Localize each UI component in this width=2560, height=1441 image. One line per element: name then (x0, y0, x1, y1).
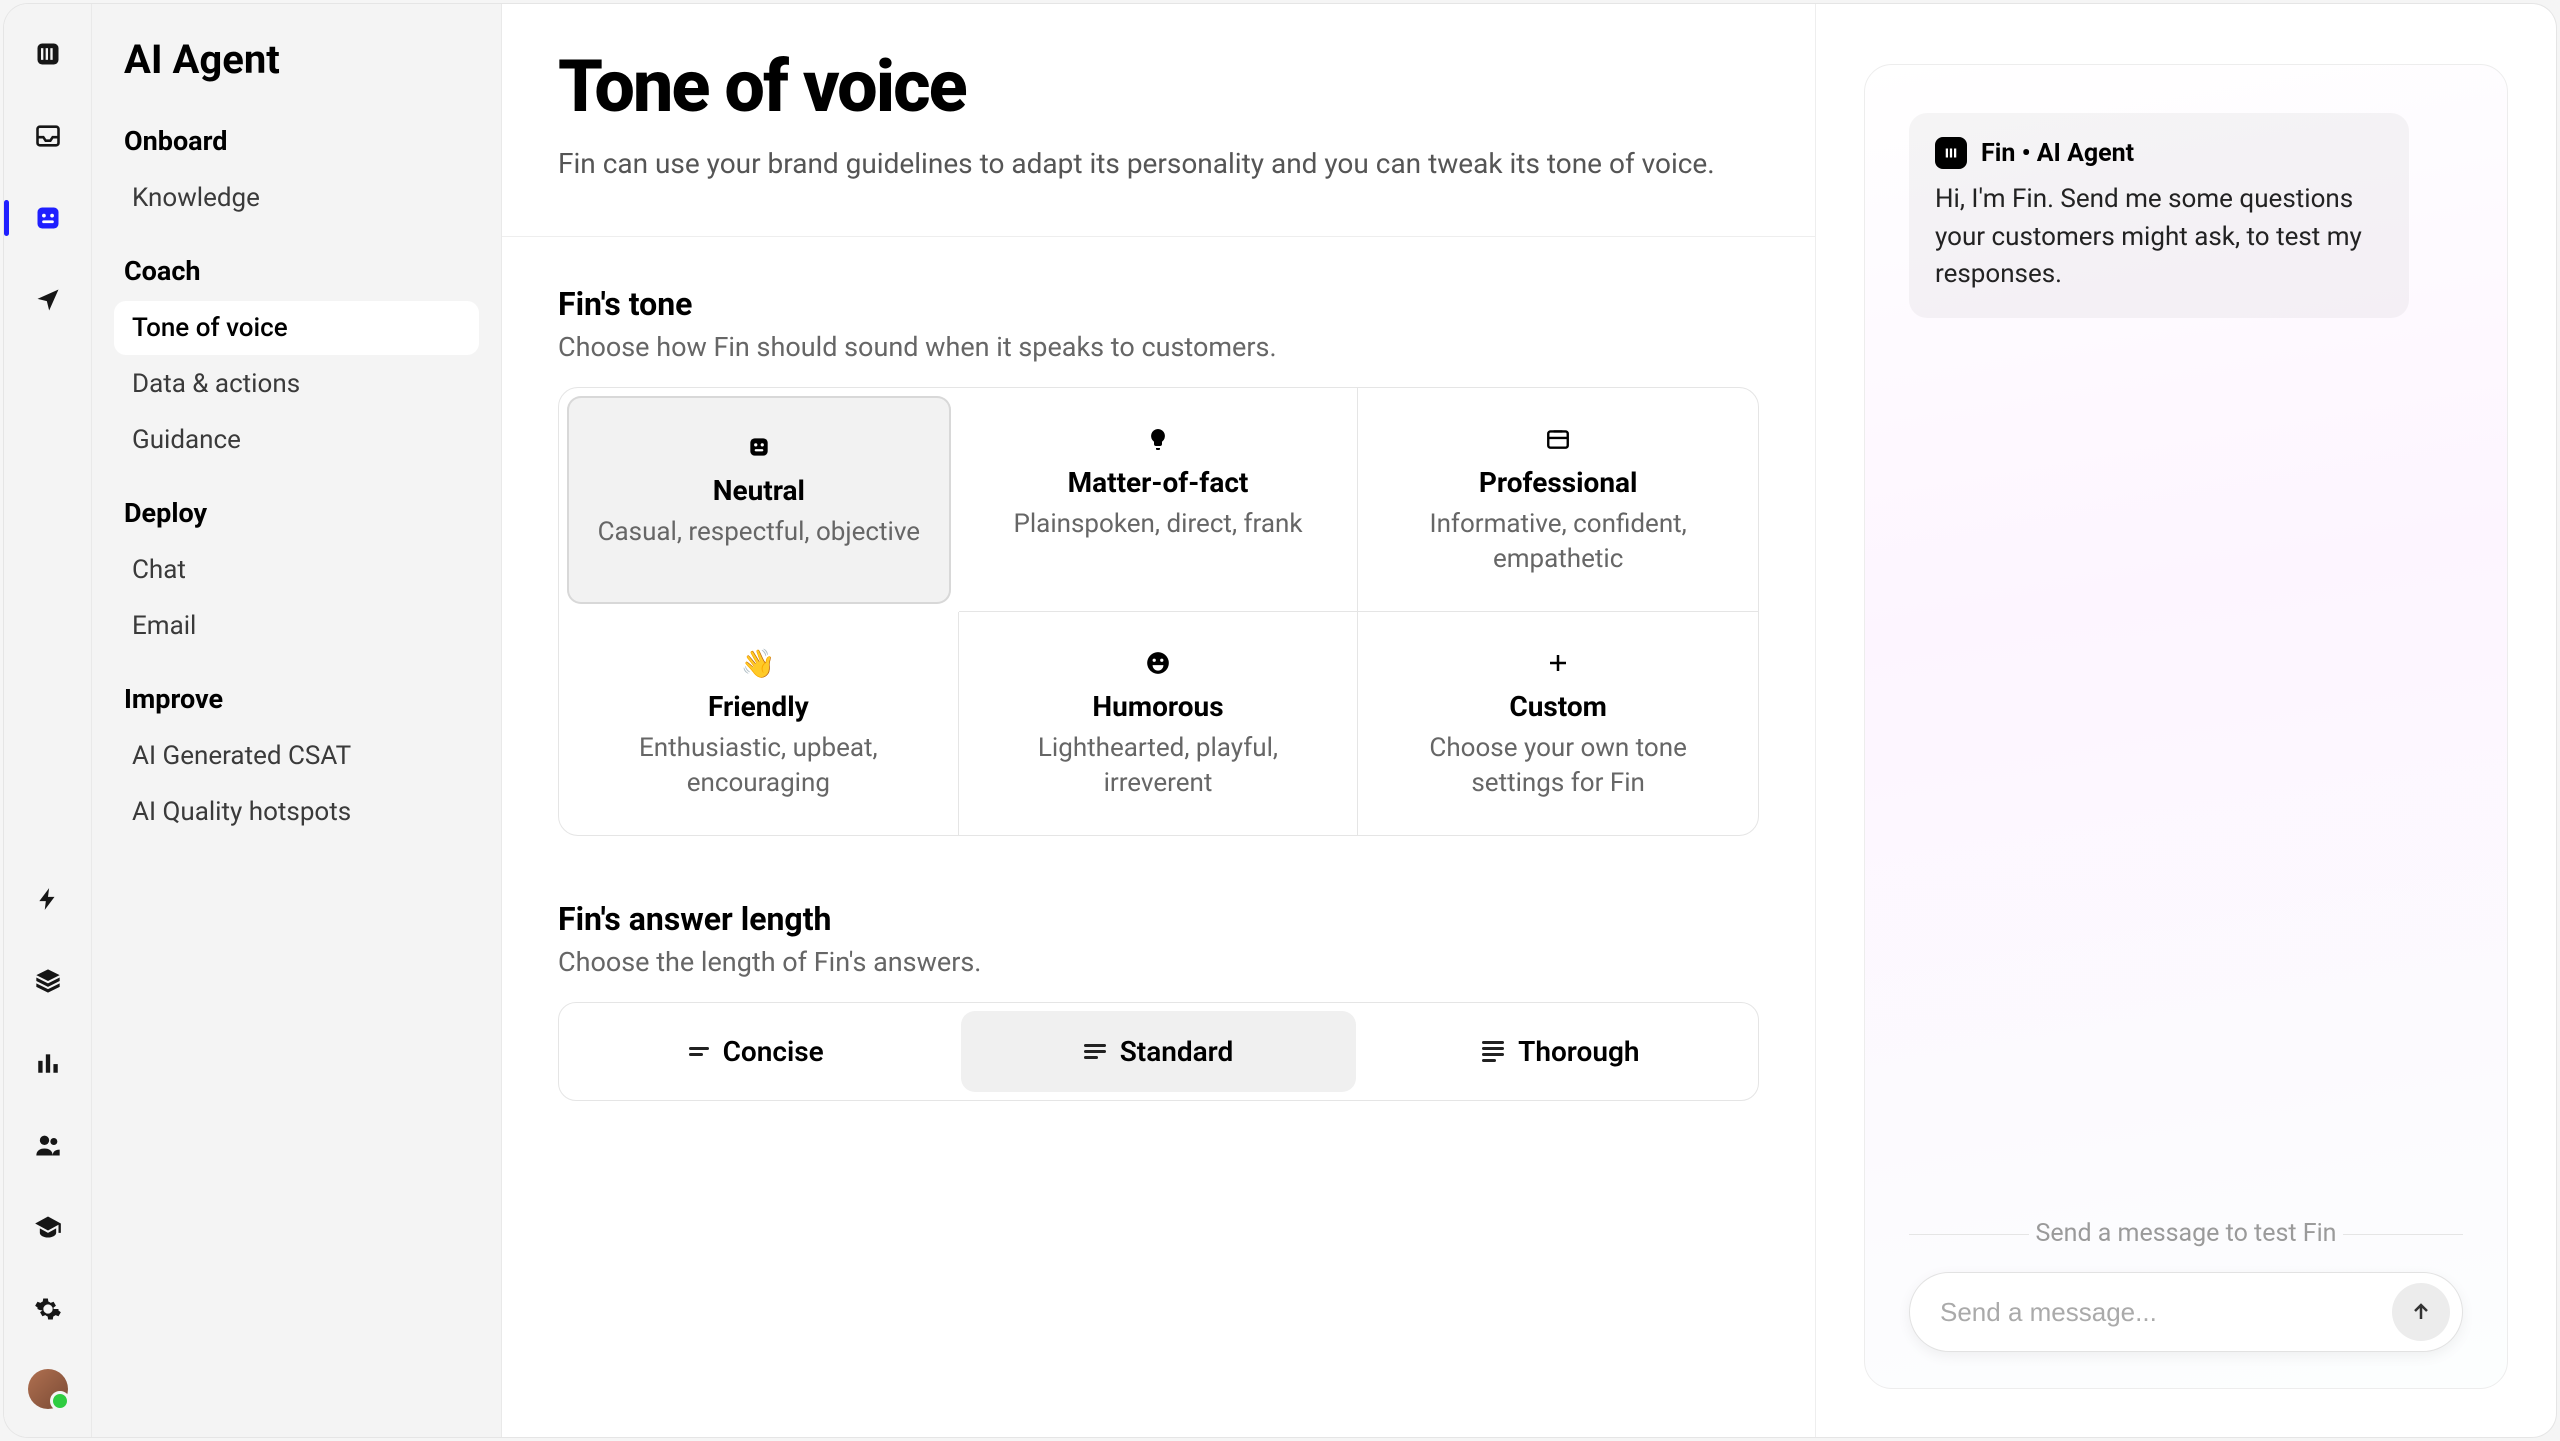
length-option-thorough[interactable]: Thorough (1364, 1003, 1758, 1100)
chat-card: Fin • AI Agent Hi, I'm Fin. Send me some… (1864, 64, 2508, 1389)
tone-title: Professional (1386, 466, 1730, 499)
tone-title: Matter-of-fact (987, 466, 1330, 499)
send-button[interactable] (2392, 1283, 2450, 1341)
length-row: Concise Standard Thorough (558, 1002, 1759, 1101)
user-avatar[interactable] (28, 1369, 68, 1409)
tone-desc: Informative, confident, empathetic (1386, 507, 1730, 577)
thorough-icon (1482, 1041, 1504, 1062)
tone-option-humorous[interactable]: Humorous Lighthearted, playful, irrevere… (959, 612, 1359, 835)
tone-title: Neutral (595, 474, 923, 507)
nav-section-coach: Coach (124, 255, 479, 287)
length-option-concise[interactable]: Concise (559, 1003, 953, 1100)
graduation-icon[interactable] (26, 1205, 70, 1249)
chat-input-wrap (1909, 1272, 2463, 1352)
fin-tone-title: Fin's tone (558, 285, 1759, 323)
fin-length-sub: Choose the length of Fin's answers. (558, 946, 1759, 978)
tone-desc: Enthusiastic, upbeat, encouraging (587, 731, 930, 801)
tone-desc: Plainspoken, direct, frank (987, 507, 1330, 542)
logo-icon[interactable] (26, 32, 70, 76)
layers-icon[interactable] (26, 959, 70, 1003)
nav-item-knowledge[interactable]: Knowledge (114, 171, 479, 225)
divider (502, 236, 1815, 237)
side-nav: AI Agent Onboard Knowledge Coach Tone of… (92, 4, 502, 1437)
length-option-standard[interactable]: Standard (961, 1011, 1355, 1092)
send-icon[interactable] (26, 278, 70, 322)
inbox-icon[interactable] (26, 114, 70, 158)
nav-item-hotspots[interactable]: AI Quality hotspots (114, 785, 479, 839)
fin-length-title: Fin's answer length (558, 900, 1759, 938)
standard-icon (1084, 1044, 1106, 1059)
laugh-icon (987, 646, 1330, 680)
nav-item-email[interactable]: Email (114, 599, 479, 653)
concise-icon (689, 1047, 709, 1056)
chat-footer: Send a message to test Fin (1909, 1219, 2463, 1352)
nav-item-guidance[interactable]: Guidance (114, 413, 479, 467)
length-label: Thorough (1518, 1035, 1639, 1068)
tone-option-neutral[interactable]: Neutral Casual, respectful, objective (567, 396, 951, 604)
chat-msg-header: Fin • AI Agent (1935, 137, 2383, 169)
chat-agent-name: Fin • AI Agent (1981, 139, 2134, 168)
length-label: Concise (723, 1035, 824, 1068)
tone-title: Friendly (587, 690, 930, 723)
page-title: Tone of voice (558, 44, 1759, 129)
chat-msg-body: Hi, I'm Fin. Send me some questions your… (1935, 181, 2383, 294)
neutral-icon (595, 430, 923, 464)
tone-grid: Neutral Casual, respectful, objective Ma… (558, 387, 1759, 836)
settings-icon[interactable] (26, 1287, 70, 1331)
chat-input[interactable] (1940, 1297, 2392, 1328)
tone-option-professional[interactable]: Professional Informative, confident, emp… (1358, 388, 1758, 612)
main-content: Tone of voice Fin can use your brand gui… (502, 4, 1816, 1437)
page-subtitle: Fin can use your brand guidelines to ada… (558, 147, 1759, 180)
tone-option-friendly[interactable]: 👋 Friendly Enthusiastic, upbeat, encoura… (559, 612, 959, 835)
tone-desc: Casual, respectful, objective (595, 515, 923, 550)
icon-rail (4, 4, 92, 1437)
briefcase-icon (1386, 422, 1730, 456)
nav-item-tone[interactable]: Tone of voice (114, 301, 479, 355)
chat-welcome-message: Fin • AI Agent Hi, I'm Fin. Send me some… (1909, 113, 2409, 318)
tone-desc: Lighthearted, playful, irreverent (987, 731, 1330, 801)
tone-title: Humorous (987, 690, 1330, 723)
chart-icon[interactable] (26, 1041, 70, 1085)
chat-hint: Send a message to test Fin (1909, 1219, 2463, 1248)
tone-option-matter-of-fact[interactable]: Matter-of-fact Plainspoken, direct, fran… (959, 388, 1359, 612)
tone-title: Custom (1386, 690, 1730, 723)
wave-icon: 👋 (587, 646, 930, 680)
nav-section-improve: Improve (124, 683, 479, 715)
length-label: Standard (1120, 1035, 1234, 1068)
tone-desc: Choose your own tone settings for Fin (1386, 731, 1730, 801)
tone-option-custom[interactable]: Custom Choose your own tone settings for… (1358, 612, 1758, 835)
bolt-icon[interactable] (26, 877, 70, 921)
fin-tone-sub: Choose how Fin should sound when it spea… (558, 331, 1759, 363)
nav-section-deploy: Deploy (124, 497, 479, 529)
chat-panel: Fin • AI Agent Hi, I'm Fin. Send me some… (1816, 4, 2556, 1437)
lightbulb-icon (987, 422, 1330, 456)
nav-section-onboard: Onboard (124, 125, 479, 157)
nav-item-csat[interactable]: AI Generated CSAT (114, 729, 479, 783)
people-icon[interactable] (26, 1123, 70, 1167)
nav-item-chat[interactable]: Chat (114, 543, 479, 597)
fin-badge-icon (1935, 137, 1967, 169)
plus-icon (1386, 646, 1730, 680)
nav-item-data-actions[interactable]: Data & actions (114, 357, 479, 411)
app-frame: AI Agent Onboard Knowledge Coach Tone of… (4, 4, 2556, 1437)
sidebar-title: AI Agent (124, 36, 479, 83)
ai-agent-icon[interactable] (26, 196, 70, 240)
